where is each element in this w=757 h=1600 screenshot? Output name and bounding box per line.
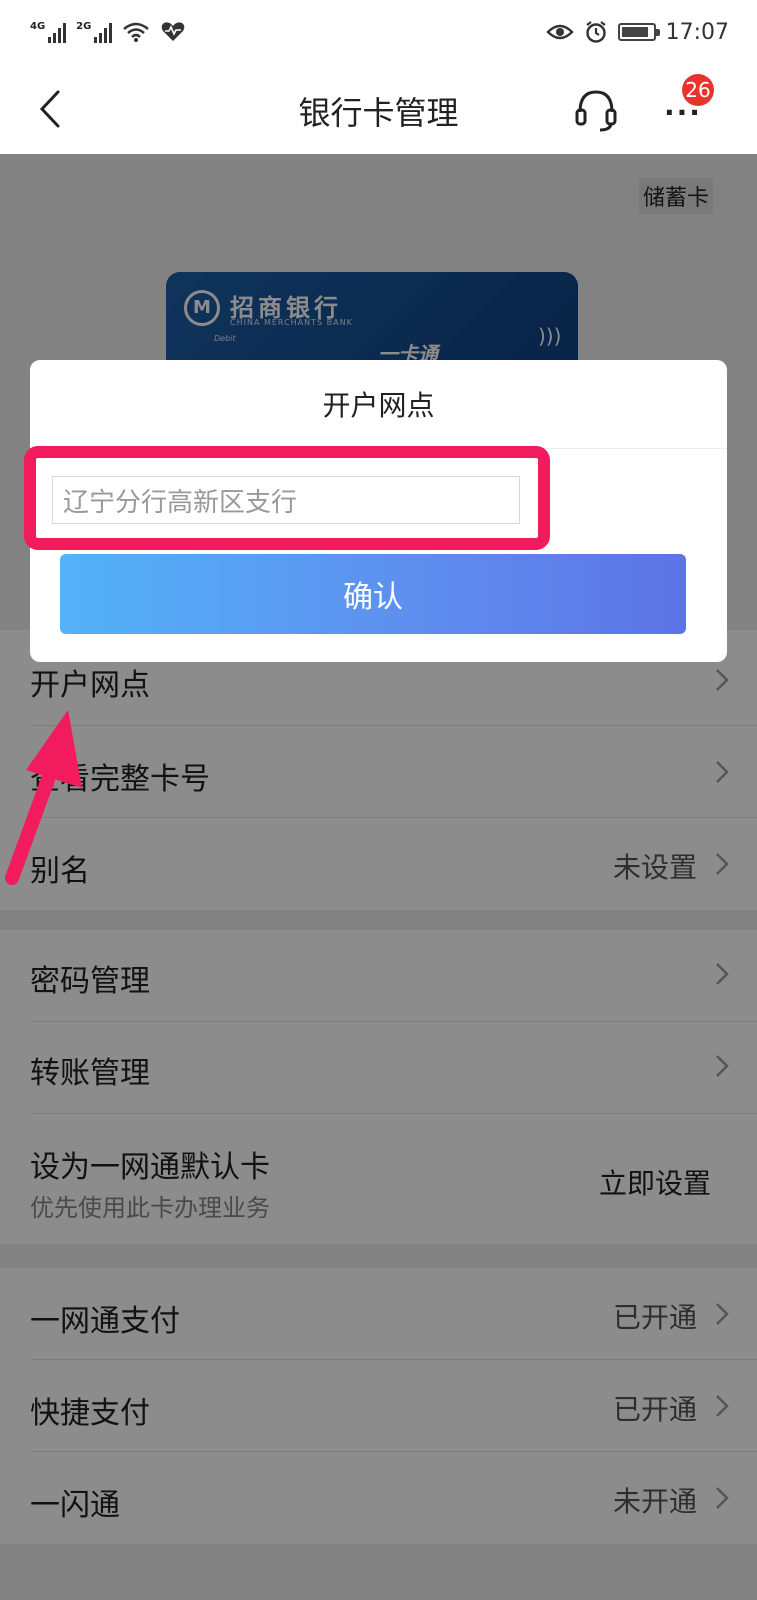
- more-icon: ···: [664, 96, 702, 129]
- wifi-icon: [123, 22, 150, 42]
- signal-icon-2: 2G: [76, 21, 113, 43]
- dialog-divider: [30, 448, 727, 449]
- page-title: 银行卡管理: [298, 94, 459, 132]
- status-right: 17:07: [545, 19, 729, 45]
- nav-bar: 银行卡管理 ···: [0, 64, 757, 154]
- alarm-icon: [585, 21, 606, 43]
- network-type-1: 4G: [30, 21, 46, 32]
- battery-icon: [617, 23, 660, 41]
- branch-input[interactable]: [52, 476, 520, 524]
- signal-icon: 4G: [30, 21, 67, 43]
- confirm-button[interactable]: 确认: [60, 554, 686, 634]
- heart-rate-icon: [162, 22, 185, 41]
- annotation-arrow-icon: [5, 710, 82, 885]
- eye-icon: [545, 24, 574, 40]
- status-time: 17:07: [665, 19, 729, 45]
- headset-icon[interactable]: [574, 86, 618, 132]
- status-bar: 4G 2G 17:07: [0, 0, 757, 64]
- status-left: 4G 2G: [30, 21, 186, 43]
- battery-level: [621, 27, 648, 37]
- notification-badge: 26: [682, 74, 714, 106]
- branch-dialog: 开户网点 确认: [24, 360, 727, 662]
- network-type-2: 2G: [76, 21, 92, 32]
- dialog-title: 开户网点: [322, 389, 435, 422]
